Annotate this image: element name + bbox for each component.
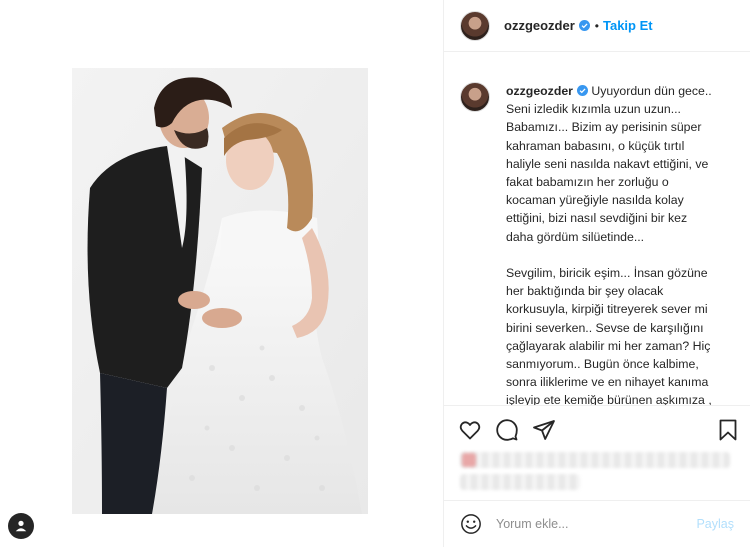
post-side-panel: ozzgeozder • Takip Et ozzgeozder Uyuyord… [443, 0, 750, 547]
author-avatar[interactable] [460, 10, 490, 41]
caption-area: ozzgeozder Uyuyordun dün gece.. Seni izl… [444, 70, 750, 405]
user-icon [15, 520, 27, 532]
caption-username[interactable]: ozzgeozder [506, 84, 573, 98]
tagged-user-button[interactable] [8, 513, 34, 539]
caption-text: ozzgeozder Uyuyordun dün gece.. Seni izl… [506, 82, 713, 405]
bookmark-icon [719, 419, 737, 441]
comment-button[interactable] [495, 418, 519, 442]
save-button[interactable] [716, 418, 740, 442]
heart-icon [459, 421, 481, 440]
likes-avatar-blurred [462, 453, 476, 467]
caption-body: Uyuyordun dün gece.. Seni izledik kızıml… [506, 84, 712, 405]
verified-badge-icon [578, 20, 590, 31]
comment-icon [496, 419, 518, 441]
share-button[interactable] [532, 418, 556, 442]
action-bar [444, 405, 750, 457]
caption-verified-badge-icon [576, 85, 588, 96]
follow-button[interactable]: Takip Et [603, 18, 653, 33]
media-pane [0, 0, 443, 547]
like-button[interactable] [458, 418, 482, 442]
author-username[interactable]: ozzgeozder [504, 18, 575, 33]
post-comment-button[interactable]: Paylaş [696, 517, 734, 531]
comment-input[interactable] [496, 517, 697, 531]
likes-summary-blurred [460, 452, 730, 468]
share-icon [533, 420, 555, 440]
caption-author-avatar[interactable] [460, 82, 490, 112]
comment-bar: Paylaş [444, 500, 750, 547]
post-photo[interactable] [72, 68, 368, 514]
header-separator: • [594, 18, 599, 33]
emoji-icon[interactable] [460, 513, 482, 535]
post-header: ozzgeozder • Takip Et [444, 0, 750, 52]
couple-photo-illustration [72, 68, 368, 514]
post-date-blurred [460, 474, 580, 490]
